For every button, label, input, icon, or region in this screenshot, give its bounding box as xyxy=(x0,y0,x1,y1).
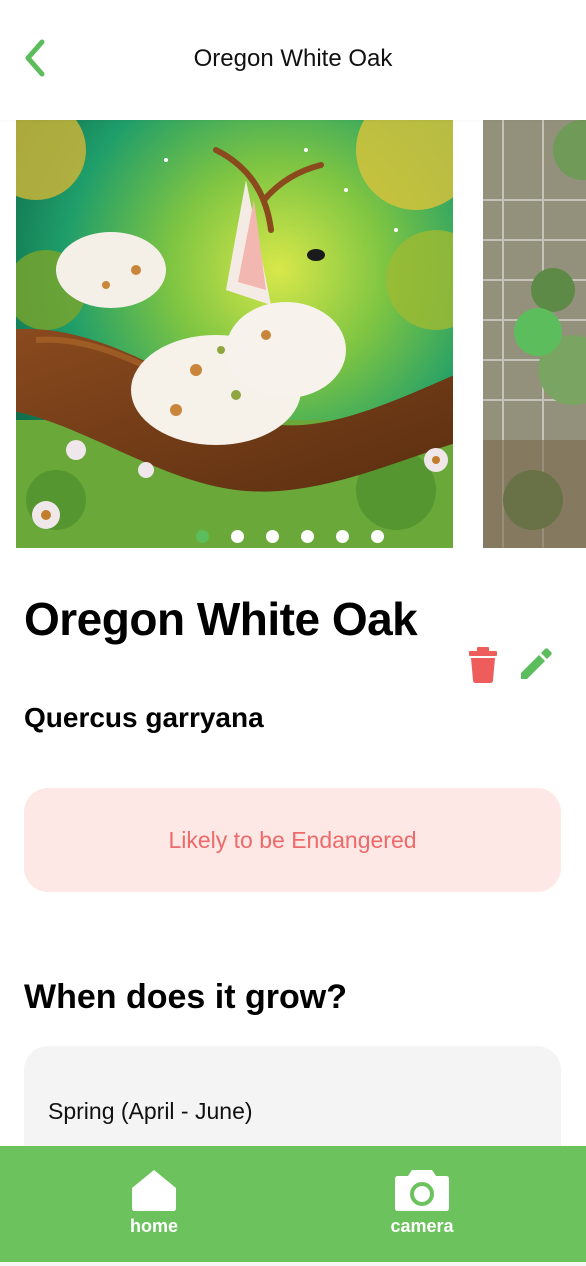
plant-name: Oregon White Oak xyxy=(24,593,418,645)
nav-camera[interactable]: camera xyxy=(362,1168,482,1237)
grow-season-item: Spring (April - June) xyxy=(48,1098,253,1124)
trash-icon xyxy=(469,647,497,683)
conservation-status-label: Likely to be Endangered xyxy=(168,826,417,853)
plant-detail-screen: Oregon White Oak Oregon White Oak Quercu… xyxy=(0,0,586,1266)
carousel-dot-1[interactable] xyxy=(196,530,209,543)
header: Oregon White Oak xyxy=(0,0,586,120)
header-title: Oregon White Oak xyxy=(193,45,393,72)
carousel-next-handle[interactable] xyxy=(514,308,562,356)
nav-camera-label: camera xyxy=(390,1216,454,1236)
delete-button[interactable] xyxy=(466,646,500,684)
image-carousel[interactable] xyxy=(0,120,586,550)
carousel-pagination xyxy=(196,530,384,544)
camera-icon xyxy=(395,1170,449,1211)
carousel-dot-6[interactable] xyxy=(371,530,384,543)
nav-home[interactable]: home xyxy=(94,1168,214,1237)
edit-button[interactable] xyxy=(518,646,554,682)
carousel-dot-3[interactable] xyxy=(266,530,279,543)
scientific-name: Quercus garryana xyxy=(24,702,264,733)
home-indicator-area xyxy=(0,1262,586,1266)
pencil-icon xyxy=(521,648,552,679)
carousel-image xyxy=(16,120,453,548)
nav-home-label: home xyxy=(129,1216,178,1236)
bottom-navigation: home camera xyxy=(0,1146,586,1266)
home-icon xyxy=(132,1170,176,1211)
carousel-dot-5[interactable] xyxy=(336,530,349,543)
grow-section-title: When does it grow? xyxy=(24,978,347,1016)
carousel-dot-4[interactable] xyxy=(301,530,314,543)
conservation-status-badge: Likely to be Endangered xyxy=(24,788,561,892)
carousel-dot-2[interactable] xyxy=(231,530,244,543)
